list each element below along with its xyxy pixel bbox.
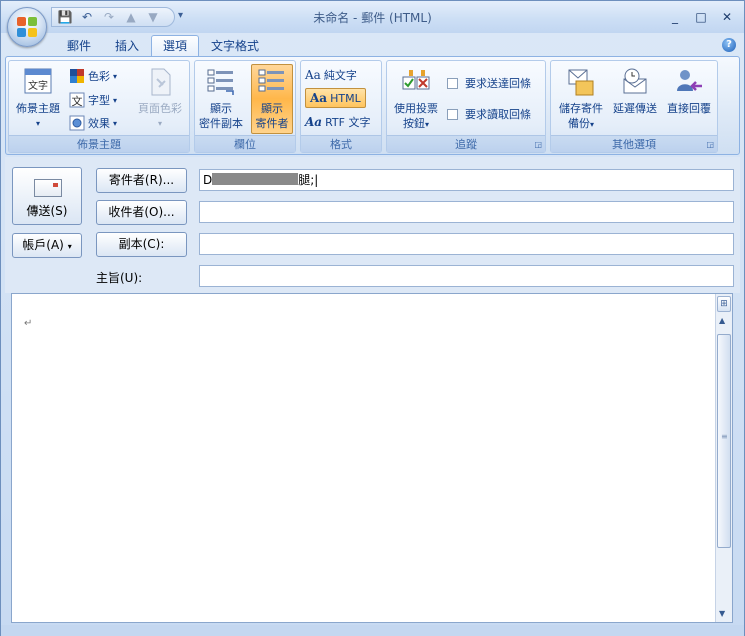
page-color-button[interactable]: 頁面色彩 ▾ [134, 65, 186, 131]
tracking-dialog-launcher-icon[interactable]: ◲ [534, 140, 542, 149]
bcc-field-icon [207, 69, 234, 95]
scroll-up-arrow-icon[interactable]: ▲ [719, 316, 725, 325]
window-controls: _ □ ✕ [662, 7, 740, 27]
account-button[interactable]: 帳戶(A) ▾ [12, 233, 82, 258]
message-body-editor[interactable]: ↵ ⊞ ▲ ≡ ▼ [11, 293, 733, 623]
send-button[interactable]: 傳送(S) [12, 167, 82, 225]
svg-text:文字: 文字 [28, 79, 48, 92]
to-field[interactable] [199, 201, 734, 223]
scroll-down-arrow-icon[interactable]: ▼ [719, 609, 725, 618]
plain-text-icon: Aa [305, 68, 321, 82]
window-title: 未命名 - 郵件 (HTML) [313, 11, 432, 25]
group-label-format: 格式 [301, 135, 381, 152]
subject-label: 主旨(U): [96, 271, 143, 285]
read-receipt-check-icon [447, 108, 458, 120]
close-button[interactable]: ✕ [714, 7, 740, 27]
status-bar [1, 625, 744, 636]
view-ruler-icon[interactable]: ⊞ [717, 296, 731, 312]
minimize-button[interactable]: _ [662, 7, 688, 27]
help-icon[interactable]: ? [722, 38, 736, 52]
from-field[interactable]: D 腿;| [199, 169, 734, 191]
scrollbar-grip-icon: ≡ [721, 432, 728, 441]
from-button[interactable]: 寄件者(R)... [96, 168, 187, 193]
colors-button[interactable]: 色彩 ▾ [69, 66, 117, 86]
to-button[interactable]: 收件者(O)... [96, 200, 187, 225]
maximize-button[interactable]: □ [688, 7, 714, 27]
tab-message[interactable]: 郵件 [55, 35, 103, 57]
redacted-sender-name [212, 173, 299, 185]
message-header: 傳送(S) 帳戶(A) ▾ 寄件者(R)... 收件者(O)... 副本(C):… [5, 157, 740, 293]
group-label-tracking: 追蹤 [387, 135, 545, 152]
effects-button[interactable]: 效果 ▾ [69, 113, 117, 133]
paragraph-mark: ↵ [24, 318, 33, 329]
tab-options[interactable]: 選項 [151, 35, 200, 57]
svg-text:文: 文 [72, 94, 83, 108]
direct-replies-button[interactable]: 直接回覆 [661, 65, 717, 131]
fonts-button[interactable]: 文 字型 ▾ [69, 90, 117, 110]
from-field-icon [258, 69, 284, 92]
more-options-dialog-launcher-icon[interactable]: ◲ [706, 140, 714, 149]
tab-insert[interactable]: 插入 [103, 35, 151, 57]
rich-text-icon: Aa [305, 115, 323, 129]
show-bcc-button[interactable]: 顯示 密件副本 [198, 65, 244, 131]
group-format: Aa 純文字 Aa HTML Aa RTF 文字 格式 [300, 60, 382, 153]
plain-text-button[interactable]: Aa 純文字 [305, 65, 357, 85]
vertical-scrollbar[interactable]: ⊞ ▲ ≡ ▼ [715, 294, 732, 622]
group-more-options: 儲存寄件 備份▾ 延遲傳送 直接回覆 其他選項 ◲ [550, 60, 718, 153]
send-mail-icon [34, 179, 62, 197]
office-button[interactable] [7, 7, 47, 47]
direct-replies-icon [677, 70, 702, 91]
show-from-button[interactable]: 顯示 寄件者 [251, 64, 293, 134]
group-label-more-options: 其他選項 [551, 135, 717, 152]
html-format-icon: Aa [310, 91, 328, 105]
voting-icon [402, 70, 430, 90]
rich-text-button[interactable]: Aa RTF 文字 [305, 112, 370, 132]
group-label-fields: 欄位 [195, 135, 295, 152]
cc-field[interactable] [199, 233, 734, 255]
cc-button[interactable]: 副本(C): [96, 232, 187, 257]
scrollbar-thumb[interactable]: ≡ [717, 334, 731, 548]
save-sent-icon [568, 69, 594, 96]
group-label-themes: 佈景主題 [9, 135, 189, 152]
title-bar: 💾 ↶ ↷ ▲ ▼ ▾ 未命名 - 郵件 (HTML) _ □ ✕ [1, 1, 744, 33]
colors-icon [70, 69, 84, 83]
delay-delivery-icon [623, 68, 647, 94]
group-tracking: 使用投票 按鈕▾ 要求送達回條 要求讀取回條 追蹤 ◲ [386, 60, 546, 153]
ribbon: 文字 佈景主題 ▾ 色彩 ▾ 文 字型 ▾ 效果 ▾ 頁面色彩 ▾ 佈景主題 顯… [5, 56, 740, 155]
theme-icon: 文字 [24, 68, 52, 94]
fonts-icon: 文 [69, 92, 85, 108]
delivery-receipt-checkbox[interactable]: 要求送達回條 [447, 73, 531, 93]
group-fields: 顯示 密件副本 顯示 寄件者 欄位 [194, 60, 296, 153]
delay-delivery-button[interactable]: 延遲傳送 [609, 65, 661, 131]
delivery-receipt-check-icon [447, 77, 458, 89]
save-sent-item-button[interactable]: 儲存寄件 備份▾ [553, 65, 609, 131]
read-receipt-checkbox[interactable]: 要求讀取回條 [447, 104, 531, 124]
effects-icon [69, 115, 85, 131]
tab-format-text[interactable]: 文字格式 [199, 35, 271, 57]
subject-field[interactable] [199, 265, 734, 287]
ribbon-tabs: 郵件 插入 選項 文字格式 [55, 35, 271, 57]
themes-button[interactable]: 文字 佈景主題 ▾ [12, 65, 64, 131]
html-format-button[interactable]: Aa HTML [305, 88, 366, 108]
voting-buttons-button[interactable]: 使用投票 按鈕▾ [390, 65, 442, 131]
outlook-message-window: 💾 ↶ ↷ ▲ ▼ ▾ 未命名 - 郵件 (HTML) _ □ ✕ 郵件 插入 … [0, 0, 745, 636]
office-logo-icon [17, 17, 39, 39]
group-themes: 文字 佈景主題 ▾ 色彩 ▾ 文 字型 ▾ 效果 ▾ 頁面色彩 ▾ 佈景主題 [8, 60, 190, 153]
page-color-icon [151, 68, 171, 96]
